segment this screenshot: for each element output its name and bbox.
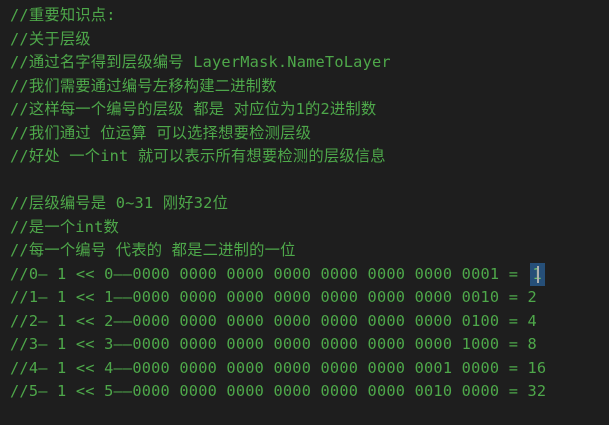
code-line[interactable]: //通过名字得到层级编号 LayerMask.NameToLayer <box>10 51 609 75</box>
code-line-blank[interactable] <box>10 169 609 193</box>
code-line[interactable]: //5— 1 << 5——0000 0000 0000 0000 0000 00… <box>10 380 609 404</box>
code-line[interactable]: //关于层级 <box>10 28 609 52</box>
code-line[interactable]: //重要知识点: <box>10 4 609 28</box>
code-editor[interactable]: //重要知识点: //关于层级 //通过名字得到层级编号 LayerMask.N… <box>0 0 609 425</box>
code-line[interactable]: //我们需要通过编号左移构建二进制数 <box>10 75 609 99</box>
code-line[interactable]: //是一个int数 <box>10 216 609 240</box>
code-line-text[interactable]: //0— 1 << 0——0000 0000 0000 0000 0000 00… <box>10 265 518 283</box>
code-line[interactable]: //每一个编号 代表的 都是二进制的一位 <box>10 239 609 263</box>
code-line[interactable]: //4— 1 << 4——0000 0000 0000 0000 0000 00… <box>10 357 609 381</box>
code-line[interactable]: //好处 一个int 就可以表示所有想要检测的层级信息 <box>10 145 609 169</box>
code-line[interactable]: //1— 1 << 1——0000 0000 0000 0000 0000 00… <box>10 286 609 310</box>
code-line[interactable]: //2— 1 << 2——0000 0000 0000 0000 0000 00… <box>10 310 609 334</box>
code-line[interactable]: //这样每一个编号的层级 都是 对应位为1的2进制数 <box>10 98 609 122</box>
cursor-selection[interactable]: 1 <box>529 262 545 286</box>
code-line[interactable]: //层级编号是 0~31 刚好32位 <box>10 192 609 216</box>
text-caret <box>536 265 539 283</box>
code-line-with-cursor[interactable]: //0— 1 << 0——0000 0000 0000 0000 0000 00… <box>10 262 609 286</box>
code-line[interactable]: //我们通过 位运算 可以选择想要检测层级 <box>10 122 609 146</box>
code-line[interactable]: //3— 1 << 3——0000 0000 0000 0000 0000 00… <box>10 333 609 357</box>
